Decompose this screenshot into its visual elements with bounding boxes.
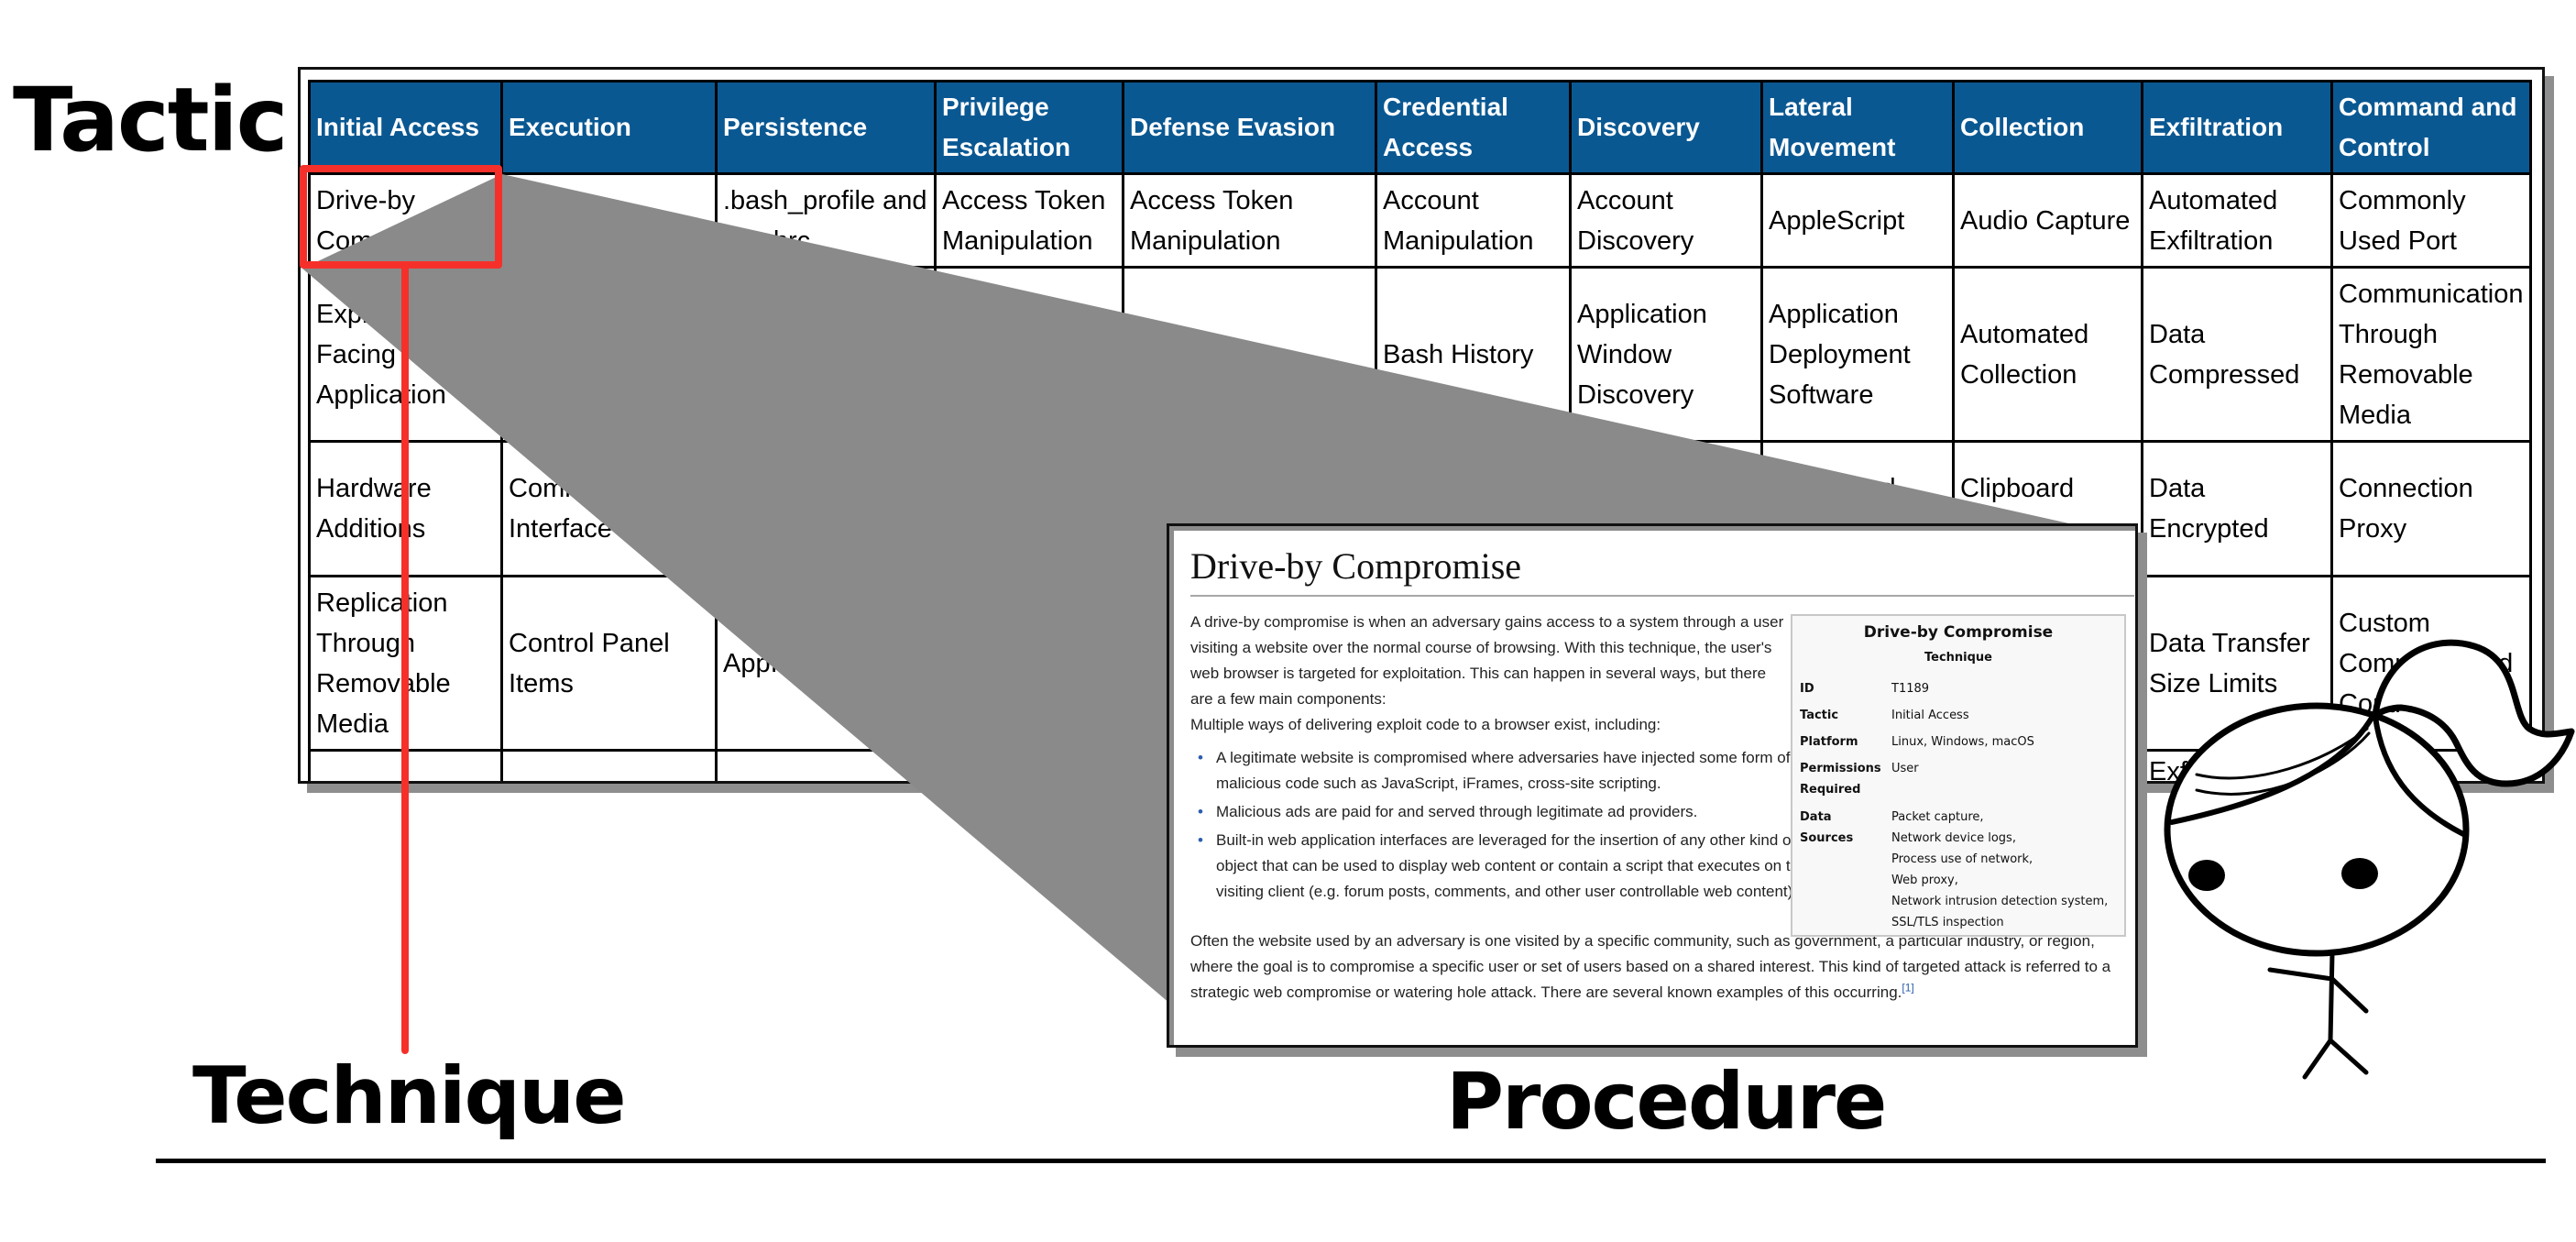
technique-cell[interactable]: Data Transfer Size Limits bbox=[2141, 575, 2333, 752]
infobox-value: User bbox=[1891, 762, 1919, 775]
technique-cell[interactable]: Access Token Manipulation bbox=[934, 172, 1124, 269]
infobox-value: Packet capture, Network device logs, Pro… bbox=[1891, 810, 2109, 929]
infobox-value: T1189 bbox=[1891, 682, 1930, 696]
tactic-header[interactable]: Exfiltration bbox=[2141, 80, 2333, 175]
technique-cell[interactable]: Commonly Used Port bbox=[2330, 172, 2532, 269]
tactic-header[interactable]: Persistence bbox=[715, 80, 937, 175]
infobox-title: Drive-by Compromise bbox=[1863, 623, 2054, 642]
technique-cell[interactable]: AppleScript bbox=[500, 172, 718, 269]
popup-title: Drive-by Compromise bbox=[1190, 544, 2134, 597]
infobox-key: Data Sources bbox=[1800, 810, 1854, 845]
popup-content: Drive-by Compromise A drive-by compromis… bbox=[1174, 531, 2135, 1045]
tactic-header[interactable]: Discovery bbox=[1569, 80, 1763, 175]
technique-cell[interactable]: Automated Collection bbox=[1952, 266, 2143, 443]
technique-cell[interactable]: AppCert DLLs bbox=[715, 440, 937, 577]
infobox-value: Linux, Windows, macOS bbox=[1891, 735, 2034, 749]
technique-label: Technique bbox=[192, 1050, 627, 1142]
popup-often-text: Often the website used by an adversary i… bbox=[1190, 932, 2111, 1001]
technique-cell[interactable]: Application Window Discovery bbox=[1569, 266, 1763, 443]
technique-cell[interactable]: Application Deployment Software bbox=[1760, 266, 1955, 443]
technique-cell bbox=[934, 749, 1124, 781]
technique-cell[interactable]: CMSTP bbox=[500, 266, 718, 443]
tactic-header-row: Initial Access Execution Persistence Pri… bbox=[308, 80, 2532, 175]
technique-cell[interactable]: AppleScript bbox=[1760, 172, 1955, 269]
popup-bullet-list: • A legitimate website is compromised whe… bbox=[1190, 745, 1812, 907]
technique-cell bbox=[715, 749, 937, 781]
technique-cell[interactable]: Accessibility Features bbox=[934, 266, 1124, 443]
technique-cell[interactable]: Communication Through Removable Media bbox=[2330, 266, 2532, 443]
technique-cell[interactable]: Automated Exfiltration bbox=[2141, 172, 2333, 269]
technique-cell[interactable]: Command-Line Interface bbox=[500, 440, 718, 577]
arms-icon bbox=[2267, 967, 2369, 1014]
technique-row: Drive-by Compromise AppleScript .bash_prof… bbox=[308, 172, 2532, 269]
technique-infobox: Drive-by Compromise Technique ID T1189 T… bbox=[1791, 614, 2126, 937]
list-item: • Built-in web application interfaces are… bbox=[1198, 828, 1812, 905]
infobox-key: ID bbox=[1800, 682, 1814, 696]
technique-cell[interactable]: Data Compressed bbox=[2141, 266, 2333, 443]
infobox-value: Initial Access bbox=[1891, 709, 1969, 722]
technique-cell[interactable]: Audio Capture bbox=[1952, 172, 2143, 269]
technique-cell[interactable]: Connection Proxy bbox=[2330, 440, 2532, 577]
list-item-text: Malicious ads are paid for and served th… bbox=[1216, 803, 1698, 820]
technique-cell[interactable]: .bash_profile and .bashrc bbox=[715, 172, 937, 269]
tactic-header[interactable]: Execution bbox=[500, 80, 718, 175]
baseline-divider bbox=[156, 1159, 2546, 1163]
infobox-key: Permissions Required bbox=[1800, 762, 1881, 797]
technique-cell[interactable]: Account Discovery bbox=[1569, 172, 1763, 269]
bullet-icon: • bbox=[1198, 831, 1203, 849]
technique-connector-line bbox=[401, 269, 409, 1054]
procedure-label: Procedure bbox=[1446, 1056, 1887, 1148]
list-item-text: Built-in web application interfaces are … bbox=[1216, 831, 1808, 900]
tactic-header[interactable]: Command and Control bbox=[2330, 80, 2532, 175]
tactic-header[interactable]: Defense Evasion bbox=[1122, 80, 1377, 175]
technique-cell[interactable]: Accessibility Features bbox=[715, 266, 937, 443]
technique-cell[interactable]: AppInit DLLs bbox=[934, 575, 1124, 752]
technique-cell[interactable]: Account Manipulation bbox=[1375, 172, 1572, 269]
popup-often-paragraph: Often the website used by an adversary i… bbox=[1190, 929, 2125, 1006]
list-item-text: A legitimate website is compromised wher… bbox=[1216, 749, 1791, 792]
tactic-header[interactable]: Collection bbox=[1952, 80, 2143, 175]
technique-cell[interactable]: Exfil bbox=[2141, 749, 2333, 781]
technique-cell[interactable]: AppInit DLLs bbox=[715, 575, 937, 752]
technique-row: Exploit Public-Facing Application CMSTP Ac… bbox=[308, 266, 2532, 443]
body-icon bbox=[2328, 951, 2335, 1043]
tactic-header[interactable]: Privilege Escalation bbox=[934, 80, 1124, 175]
technique-cell[interactable]: Data Encrypted bbox=[2141, 440, 2333, 577]
popup-multiple-paragraph: Multiple ways of delivering exploit code… bbox=[1190, 716, 1661, 733]
citation-link[interactable]: [1] bbox=[1902, 981, 1913, 994]
list-item: • A legitimate website is compromised whe… bbox=[1198, 745, 1812, 797]
technique-cell[interactable]: Custom Command and Control bbox=[2330, 575, 2532, 752]
tactic-header[interactable]: Initial Access bbox=[308, 80, 503, 175]
right-eye-icon bbox=[2341, 858, 2378, 889]
infobox-key: Platform bbox=[1800, 735, 1858, 749]
bullet-icon: • bbox=[1198, 803, 1203, 820]
selected-technique-highlight bbox=[300, 165, 502, 269]
popup-intro-paragraph: A drive-by compromise is when an adversa… bbox=[1190, 613, 1784, 708]
technique-cell[interactable]: BITS Jobs bbox=[1122, 266, 1377, 443]
bullet-icon: • bbox=[1198, 749, 1203, 766]
technique-cell[interactable]: Control Panel Items bbox=[500, 575, 718, 752]
tactic-header[interactable]: Credential Access bbox=[1375, 80, 1572, 175]
technique-cell bbox=[2330, 749, 2532, 781]
technique-cell[interactable]: Access Token Manipulation bbox=[1122, 172, 1377, 269]
left-eye-icon bbox=[2188, 860, 2225, 891]
tactic-header[interactable]: Lateral Movement bbox=[1760, 80, 1955, 175]
technique-cell bbox=[500, 749, 718, 781]
technique-cell[interactable]: Bash History bbox=[1375, 266, 1572, 443]
list-item: • Malicious ads are paid for and served t… bbox=[1198, 799, 1812, 825]
infobox-key: Tactic bbox=[1800, 709, 1839, 722]
technique-cell[interactable]: AppCert DLLs bbox=[934, 440, 1124, 577]
technique-detail-popup: Drive-by Compromise A drive-by compromis… bbox=[1167, 523, 2138, 1048]
legs-icon bbox=[2302, 1038, 2369, 1080]
infobox-subtitle: Technique bbox=[1924, 651, 1992, 665]
